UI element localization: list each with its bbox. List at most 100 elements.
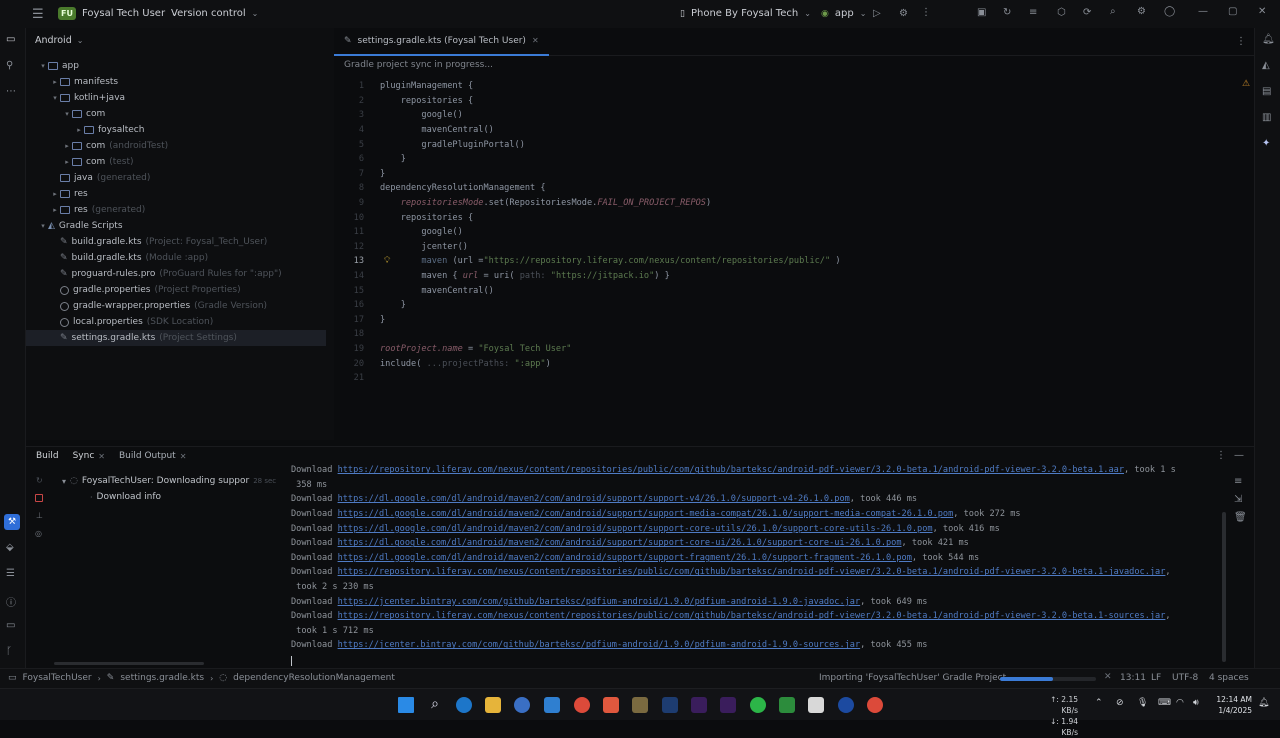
account-icon[interactable]: ◯ [1164, 6, 1175, 17]
chrome-icon[interactable] [574, 697, 590, 713]
tab-options-icon[interactable]: ⋮ [1236, 36, 1246, 47]
search-icon[interactable]: ⌕ [1110, 6, 1116, 17]
problems-icon[interactable]: ⓘ [6, 594, 16, 609]
notifications-icon[interactable]: 🔔︎ [1262, 34, 1275, 45]
keyboard-icon[interactable]: ⌨ [1158, 698, 1171, 708]
log-link[interactable]: https://dl.google.com/dl/android/maven2/… [338, 538, 902, 548]
chrome-profile-icon[interactable] [867, 697, 883, 713]
search-icon[interactable]: ⌕ [427, 697, 443, 713]
bluetooth-app-icon[interactable] [838, 697, 854, 713]
settings-gear-icon[interactable]: ⚙ [1137, 6, 1146, 17]
close-tab-icon[interactable]: ✕ [532, 36, 539, 45]
log-link[interactable]: https://dl.google.com/dl/android/maven2/… [338, 494, 850, 504]
tab-build-output[interactable]: Build Output ✕ [119, 451, 186, 461]
build-tree-child[interactable]: · Download info [90, 492, 161, 502]
task-progress-bar[interactable] [1000, 677, 1096, 681]
tree-item[interactable]: ✎ proguard-rules.pro (ProGuard Rules for "… [26, 266, 326, 282]
vscode-icon[interactable] [544, 697, 560, 713]
eye-icon[interactable]: ◎ [35, 529, 42, 538]
log-link[interactable]: https://repository.liferay.com/nexus/con… [338, 611, 1166, 621]
tree-item[interactable]: ▸ res (generated) [26, 202, 326, 218]
device-manager-icon[interactable]: ▣ [977, 7, 986, 18]
tree-item[interactable]: ▾ kotlin+java [26, 90, 326, 106]
log-link[interactable]: https://repository.liferay.com/nexus/con… [338, 465, 1124, 475]
hamburger-menu-icon[interactable]: ☰ [32, 7, 44, 22]
gradle-icon[interactable]: ◭ [1262, 60, 1270, 71]
project-selector[interactable]: FU Foysal Tech User ⌄ [58, 7, 178, 20]
tree-item[interactable]: ▸ com (androidTest) [26, 138, 326, 154]
cancel-task-icon[interactable]: ✕ [1104, 672, 1112, 682]
chevron-down-icon[interactable]: ▾ [38, 222, 48, 230]
premiere-icon[interactable] [691, 697, 707, 713]
file-explorer-icon[interactable] [485, 697, 501, 713]
run-config-selector[interactable]: ◉ app ⌄ [821, 8, 866, 19]
close-tab-icon[interactable]: ✕ [98, 452, 105, 461]
chevron-right-icon[interactable]: ▸ [50, 78, 60, 86]
log-scrollbar[interactable] [1222, 512, 1226, 662]
notification-center-icon[interactable]: 🔔︎ [1258, 698, 1269, 708]
app-quality-icon[interactable]: ⬙ [6, 542, 14, 553]
run-icon[interactable]: ▷ [873, 8, 881, 19]
sdk-manager-icon[interactable]: ⬡ [1057, 7, 1066, 18]
caret-position[interactable]: 13:11 [1120, 673, 1146, 683]
tree-item[interactable]: gradle-wrapper.properties (Gradle Version… [26, 298, 326, 314]
app-icon[interactable] [632, 697, 648, 713]
logcat-icon[interactable]: ☰ [6, 568, 15, 579]
breadcrumb-block[interactable]: dependencyResolutionManagement [233, 673, 395, 683]
device-explorer-icon[interactable]: ▤ [1262, 86, 1271, 97]
more-tools-icon[interactable]: ⋯ [6, 86, 16, 97]
tree-item[interactable]: ✎ build.gradle.kts (Project: Foysal_Tech_U… [26, 234, 326, 250]
microphone-icon[interactable]: 🎙︎ [1137, 698, 1148, 708]
tree-item[interactable]: ▸ foysaltech [26, 122, 326, 138]
tree-item[interactable]: gradle.properties (Project Properties) [26, 282, 326, 298]
tree-item[interactable]: ▾ com [26, 106, 326, 122]
tab-sync[interactable]: Sync ✕ [73, 451, 105, 461]
chevron-right-icon[interactable]: ▸ [74, 126, 84, 134]
editor-tab-settings-gradle[interactable]: ✎ settings.gradle.kts (Foysal Tech User)… [334, 28, 549, 56]
log-link[interactable]: https://dl.google.com/dl/android/maven2/… [338, 509, 954, 519]
tree-scrollbar[interactable] [54, 662, 204, 665]
volume-icon[interactable]: 🔊︎ [1193, 698, 1199, 708]
tray-app-icon[interactable]: ⊘ [1116, 698, 1124, 708]
gemini-icon[interactable]: ✦ [1262, 138, 1270, 149]
stop-icon[interactable] [35, 494, 43, 502]
chevron-down-icon[interactable]: ▾ [50, 94, 60, 102]
chevron-right-icon[interactable]: ▸ [50, 206, 60, 214]
running-devices-icon[interactable]: ⟳ [1083, 7, 1091, 18]
resource-manager-icon[interactable]: ⚲ [6, 60, 13, 71]
log-link[interactable]: https://repository.liferay.com/nexus/con… [338, 567, 1166, 577]
log-link[interactable]: https://dl.google.com/dl/android/maven2/… [338, 553, 912, 563]
build-tool-icon[interactable]: ⚒ [4, 514, 20, 530]
pin-icon[interactable]: ⊥ [36, 511, 43, 520]
chevron-down-icon[interactable]: ▾ [38, 62, 48, 70]
line-separator[interactable]: LF [1151, 673, 1161, 683]
excel-icon[interactable] [779, 697, 795, 713]
code-view[interactable]: 1 pluginManagement {2 repositories {3 goo… [334, 79, 1234, 399]
tree-item[interactable]: ✎ settings.gradle.kts (Project Settings) [26, 330, 326, 346]
hide-panel-icon[interactable]: — [1234, 450, 1244, 461]
scroll-to-end-icon[interactable]: ⇲ [1234, 494, 1242, 505]
android-studio-icon[interactable] [514, 697, 530, 713]
chevron-right-icon[interactable]: ▸ [50, 190, 60, 198]
close-tab-icon[interactable]: ✕ [180, 452, 187, 461]
tree-item[interactable]: local.properties (SDK Location) [26, 314, 326, 330]
clock[interactable]: 12:14 AM 1/4/2025 [1208, 694, 1252, 716]
tree-item[interactable]: ▸ res [26, 186, 326, 202]
tree-item[interactable]: ▾ app [26, 58, 326, 74]
wifi-icon[interactable]: ◠ [1176, 698, 1184, 708]
more-options-icon[interactable]: ⋮ [921, 7, 931, 18]
photoshop-icon[interactable] [662, 697, 678, 713]
log-link[interactable]: https://jcenter.bintray.com/com/github/b… [338, 640, 861, 650]
lightbulb-icon[interactable]: 💡︎ [384, 256, 390, 266]
git-icon[interactable]: ᚴ [6, 646, 12, 657]
chevron-down-icon[interactable]: ▾ [62, 110, 72, 118]
log-link[interactable]: https://dl.google.com/dl/android/maven2/… [338, 524, 933, 534]
panel-options-icon[interactable]: ⋮ [1216, 450, 1226, 461]
xampp-icon[interactable] [603, 697, 619, 713]
file-encoding[interactable]: UTF-8 [1172, 673, 1198, 683]
project-view-selector[interactable]: Android ⌄ [35, 35, 83, 46]
chevron-right-icon[interactable]: ▸ [62, 142, 72, 150]
sync-gradle-icon[interactable]: ↻ [1003, 7, 1011, 18]
tray-chevron-icon[interactable]: ⌃ [1095, 698, 1103, 708]
minimize-icon[interactable]: — [1198, 6, 1208, 17]
